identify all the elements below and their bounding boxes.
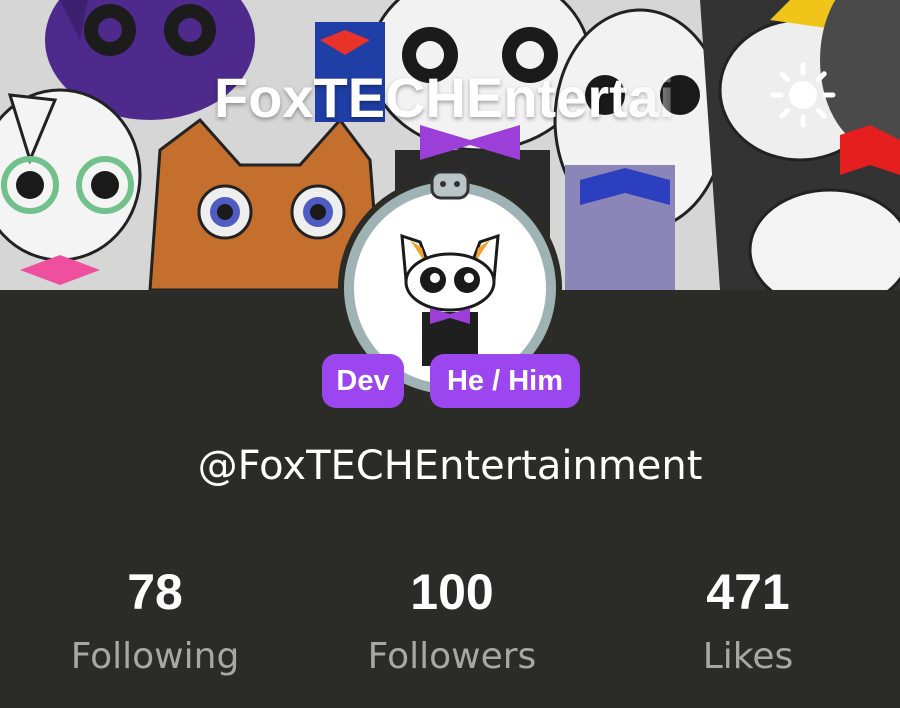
stat-following-label: Following	[70, 636, 240, 677]
stat-followers[interactable]: 100 Followers	[322, 560, 582, 682]
stat-followers-value: 100	[410, 564, 494, 620]
theme-toggle-button[interactable]	[770, 62, 844, 136]
profile-stats: 78 Following 100 Followers 471 Likes	[0, 560, 900, 690]
role-badge: Dev	[322, 354, 404, 408]
banner-character-dark-right	[700, 0, 900, 290]
sun-icon	[770, 62, 836, 128]
profile-handle: @FoxTECHEntertainment	[197, 443, 703, 489]
stat-likes-label: Likes	[702, 636, 794, 677]
profile-badges: Dev He / Him	[0, 354, 900, 408]
stat-following-value: 78	[127, 564, 183, 620]
stat-likes-value: 471	[706, 564, 790, 620]
stat-following[interactable]: 78 Following	[25, 560, 285, 682]
pronouns-badge: He / Him	[430, 354, 580, 408]
stat-likes[interactable]: 471 Likes	[618, 560, 878, 682]
profile-title: FoxTECHEntertai	[214, 66, 675, 129]
stat-followers-label: Followers	[367, 636, 537, 677]
